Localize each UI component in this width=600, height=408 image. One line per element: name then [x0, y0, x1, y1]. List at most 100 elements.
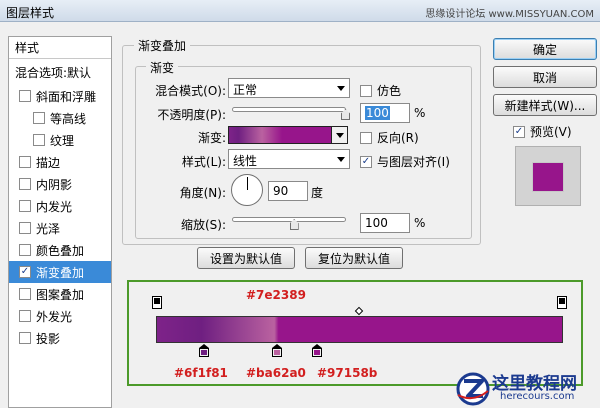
angle-input[interactable]: 90: [268, 181, 308, 201]
make-default-button[interactable]: 设置为默认值: [197, 247, 295, 269]
sidebar-item-stroke[interactable]: 描边: [9, 151, 111, 173]
ok-label: 确定: [532, 42, 557, 57]
align-layer-checkbox[interactable]: ✓ 与图层对齐(I): [360, 153, 450, 170]
checkbox[interactable]: [19, 156, 31, 168]
sidebar-item-label: 投影: [36, 331, 61, 346]
sidebar-item-label: 等高线: [50, 111, 87, 126]
checkbox[interactable]: [19, 244, 31, 256]
new-style-button[interactable]: 新建样式(W)...: [493, 94, 597, 116]
color-stop-2[interactable]: [272, 344, 282, 357]
sidebar-item-color-overlay[interactable]: 颜色叠加: [9, 239, 111, 261]
gradient-picker[interactable]: [228, 126, 348, 144]
opacity-value: 100: [365, 106, 390, 120]
z-logo-icon: [456, 372, 490, 406]
reverse-checkbox[interactable]: 反向(R): [360, 129, 419, 146]
color-stop-1[interactable]: [199, 344, 209, 357]
title-bar: 图层样式 思缘设计论坛 www.MISSYUAN.COM: [0, 0, 600, 22]
opacity-input[interactable]: 100: [360, 103, 410, 123]
color-stop-3[interactable]: [312, 344, 322, 357]
stop2-hex: #ba62a0: [246, 366, 306, 380]
sidebar-item-label: 图案叠加: [36, 287, 85, 302]
sidebar-item-texture[interactable]: 纹理: [9, 129, 111, 151]
checkbox[interactable]: [19, 90, 31, 102]
scale-value: 100: [365, 216, 388, 230]
checkbox[interactable]: [19, 332, 31, 344]
preview-checkbox[interactable]: ✓ 预览(V): [513, 123, 572, 140]
style-list-header[interactable]: 样式: [9, 37, 111, 59]
checkbox[interactable]: [19, 178, 31, 190]
sidebar-item-inner-glow[interactable]: 内发光: [9, 195, 111, 217]
sidebar-item-gradient-overlay[interactable]: ✓ 渐变叠加: [9, 261, 111, 283]
sidebar-item-label: 颜色叠加: [36, 243, 85, 258]
checkbox[interactable]: [19, 222, 31, 234]
angle-dial[interactable]: [231, 174, 263, 206]
sidebar-item-label: 描边: [36, 155, 61, 170]
opacity-slider-track[interactable]: [232, 107, 346, 112]
align-layer-label: 与图层对齐(I): [377, 155, 450, 169]
scale-label: 缩放(S):: [180, 218, 226, 232]
checkbox-checked[interactable]: ✓: [19, 266, 31, 278]
scale-input[interactable]: 100: [360, 213, 410, 233]
blend-mode-value: 正常: [233, 83, 258, 97]
chevron-down-icon: [337, 157, 345, 162]
sidebar-item-contour[interactable]: 等高线: [9, 107, 111, 129]
ok-button[interactable]: 确定: [493, 38, 597, 60]
checkbox[interactable]: [360, 84, 372, 97]
top-stop-hex: #7e2389: [246, 288, 306, 302]
reset-default-button[interactable]: 复位为默认值: [305, 247, 403, 269]
gradient-dropdown-button[interactable]: [331, 126, 348, 144]
opacity-stop-left[interactable]: [152, 296, 162, 309]
stop1-hex: #6f1f81: [174, 366, 228, 380]
checkbox-checked[interactable]: ✓: [513, 125, 525, 138]
angle-label: 角度(N):: [179, 186, 226, 200]
dither-checkbox[interactable]: 仿色: [360, 82, 401, 99]
opacity-stop-right[interactable]: [557, 296, 567, 309]
gradient-label: 渐变:: [197, 131, 226, 145]
sidebar-item-pattern-overlay[interactable]: 图案叠加: [9, 283, 111, 305]
sidebar-item-label: 纹理: [50, 133, 75, 148]
group-title: 渐变叠加: [134, 37, 191, 54]
checkbox-checked[interactable]: ✓: [360, 155, 372, 168]
dither-label: 仿色: [377, 84, 402, 98]
cancel-button[interactable]: 取消: [493, 66, 597, 88]
sidebar-item-label: 混合选项:默认: [15, 65, 92, 80]
scale-unit: %: [414, 216, 426, 230]
style-list: 样式 混合选项:默认 斜面和浮雕 等高线 纹理 描边 内阴影 内发光 光泽 颜色…: [8, 36, 112, 408]
sidebar-item-label: 渐变叠加: [36, 265, 85, 280]
cancel-label: 取消: [532, 70, 557, 85]
stop3-hex: #97158b: [317, 366, 378, 380]
style-label: 样式(L):: [181, 155, 226, 169]
sidebar-item-satin[interactable]: 光泽: [9, 217, 111, 239]
style-list-header-label: 样式: [15, 41, 40, 55]
blend-mode-label: 混合模式(O):: [155, 84, 226, 98]
style-select[interactable]: 线性: [228, 149, 350, 169]
preview-label: 预览(V): [530, 125, 572, 139]
reset-default-label: 复位为默认值: [317, 251, 390, 266]
blend-mode-select[interactable]: 正常: [228, 78, 350, 98]
sidebar-item-label: 光泽: [36, 221, 61, 236]
opacity-label: 不透明度(P):: [157, 108, 226, 122]
sidebar-item-bevel-emboss[interactable]: 斜面和浮雕: [9, 85, 111, 107]
sidebar-item-label: 斜面和浮雕: [36, 89, 97, 104]
logo-subtext: herecours.com: [500, 391, 575, 402]
checkbox[interactable]: [33, 112, 45, 124]
checkbox[interactable]: [360, 131, 372, 144]
preview-swatch: [532, 162, 564, 192]
checkbox[interactable]: [19, 310, 31, 322]
scale-slider-track[interactable]: [232, 217, 346, 222]
subgroup-title: 渐变: [146, 59, 179, 76]
chevron-down-icon: [337, 86, 345, 91]
chevron-down-icon: [336, 133, 344, 138]
checkbox[interactable]: [19, 288, 31, 300]
opacity-unit: %: [414, 106, 426, 120]
checkbox[interactable]: [19, 200, 31, 212]
sidebar-item-blend-options[interactable]: 混合选项:默认: [9, 61, 111, 83]
sidebar-item-drop-shadow[interactable]: 投影: [9, 327, 111, 349]
angle-value: 90: [273, 184, 289, 198]
sidebar-item-label: 内阴影: [36, 177, 73, 192]
checkbox[interactable]: [33, 134, 45, 146]
new-style-label: 新建样式(W)...: [504, 98, 586, 113]
sidebar-item-outer-glow[interactable]: 外发光: [9, 305, 111, 327]
sidebar-item-inner-shadow[interactable]: 内阴影: [9, 173, 111, 195]
reverse-label: 反向(R): [377, 131, 419, 145]
